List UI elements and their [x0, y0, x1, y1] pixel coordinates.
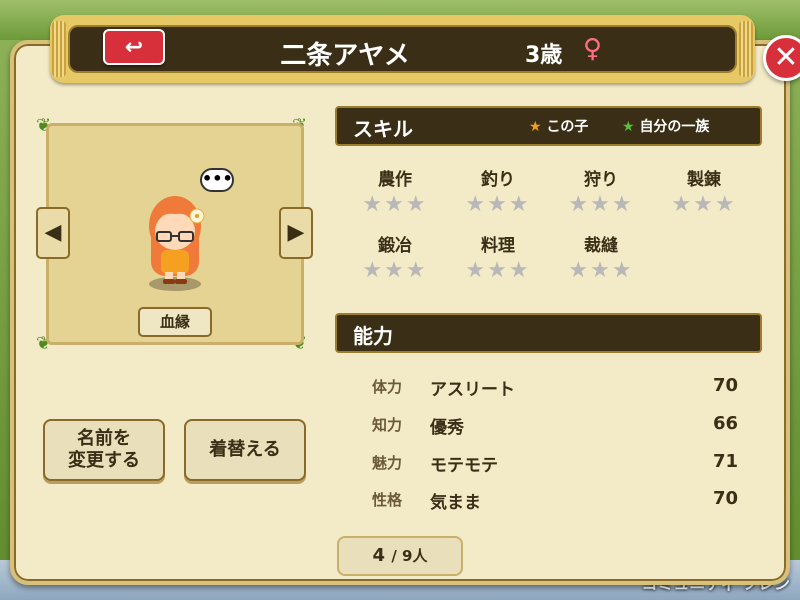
- ability-number: 71: [712, 451, 738, 472]
- skill-stars: ★★★: [465, 192, 531, 217]
- skill-name: 裁縫: [584, 236, 618, 256]
- ability-label: 体力: [372, 378, 403, 396]
- speech-bubble-icon: •••: [200, 168, 234, 192]
- close-x-icon: ✕: [773, 40, 799, 75]
- skill-name: 釣り: [481, 170, 515, 190]
- arrow-left-icon: ◀: [44, 220, 62, 245]
- character-name: 二条アヤメ: [280, 41, 410, 71]
- skills-section-header: スキル ★ この子 ★ 自分の一族: [335, 106, 762, 146]
- abilities-section-header: 能力: [335, 313, 762, 353]
- skill-name: 料理: [481, 236, 515, 256]
- ability-number: 70: [712, 488, 738, 509]
- female-icon: ♀: [583, 34, 603, 64]
- rename-label-line1: 名前を: [77, 428, 131, 449]
- back-button[interactable]: ↩: [103, 29, 165, 65]
- ability-value: 気まま: [430, 493, 481, 513]
- back-arrow-icon: ↩: [124, 35, 144, 60]
- ability-label: 知力: [372, 416, 403, 434]
- legend-family: ★ 自分の一族: [622, 116, 709, 136]
- ability-number: 66: [712, 413, 738, 434]
- character-age: 3歳: [525, 43, 563, 68]
- skill-stars: ★★★: [671, 192, 737, 217]
- page-total: / 9人: [391, 547, 428, 565]
- skill-stars: ★★★: [568, 258, 634, 283]
- legend-child-label: この子: [546, 119, 589, 135]
- skill-stars: ★★★: [362, 192, 428, 217]
- orange-star-icon: ★: [529, 119, 542, 135]
- ability-value: モテモテ: [430, 456, 498, 476]
- ability-value: 優秀: [430, 418, 464, 438]
- ability-label: 性格: [372, 491, 403, 509]
- previous-character-button[interactable]: ◀: [36, 207, 70, 259]
- header-right-ornament: [739, 21, 753, 77]
- green-star-icon: ★: [622, 119, 635, 135]
- skill-stars: ★★★: [362, 258, 428, 283]
- legend-child: ★ この子: [529, 116, 588, 136]
- ability-number: 70: [712, 375, 738, 396]
- ability-value: アスリート: [430, 380, 515, 400]
- skill-name: 農作: [378, 170, 412, 190]
- rename-label-line2: 変更する: [68, 450, 140, 471]
- next-character-button[interactable]: ▶: [279, 207, 313, 259]
- skills-title: スキル: [353, 117, 413, 141]
- skill-name: 狩り: [584, 170, 618, 190]
- abilities-title: 能力: [353, 324, 393, 348]
- skill-name: 鍛冶: [378, 236, 412, 256]
- page-indicator: 4 / 9人: [337, 536, 463, 576]
- ability-label: 魅力: [372, 454, 403, 472]
- bloodline-button[interactable]: 血縁: [138, 307, 212, 337]
- skill-name: 製錬: [687, 170, 721, 190]
- arrow-right-icon: ▶: [287, 220, 305, 245]
- rename-button[interactable]: 名前を 変更する: [43, 419, 165, 481]
- page-current: 4: [372, 545, 386, 566]
- skill-stars: ★★★: [465, 258, 531, 283]
- legend-family-label: 自分の一族: [639, 119, 710, 135]
- change-clothes-button[interactable]: 着替える: [184, 419, 306, 481]
- skill-stars: ★★★: [568, 192, 634, 217]
- header-left-ornament: [52, 21, 66, 77]
